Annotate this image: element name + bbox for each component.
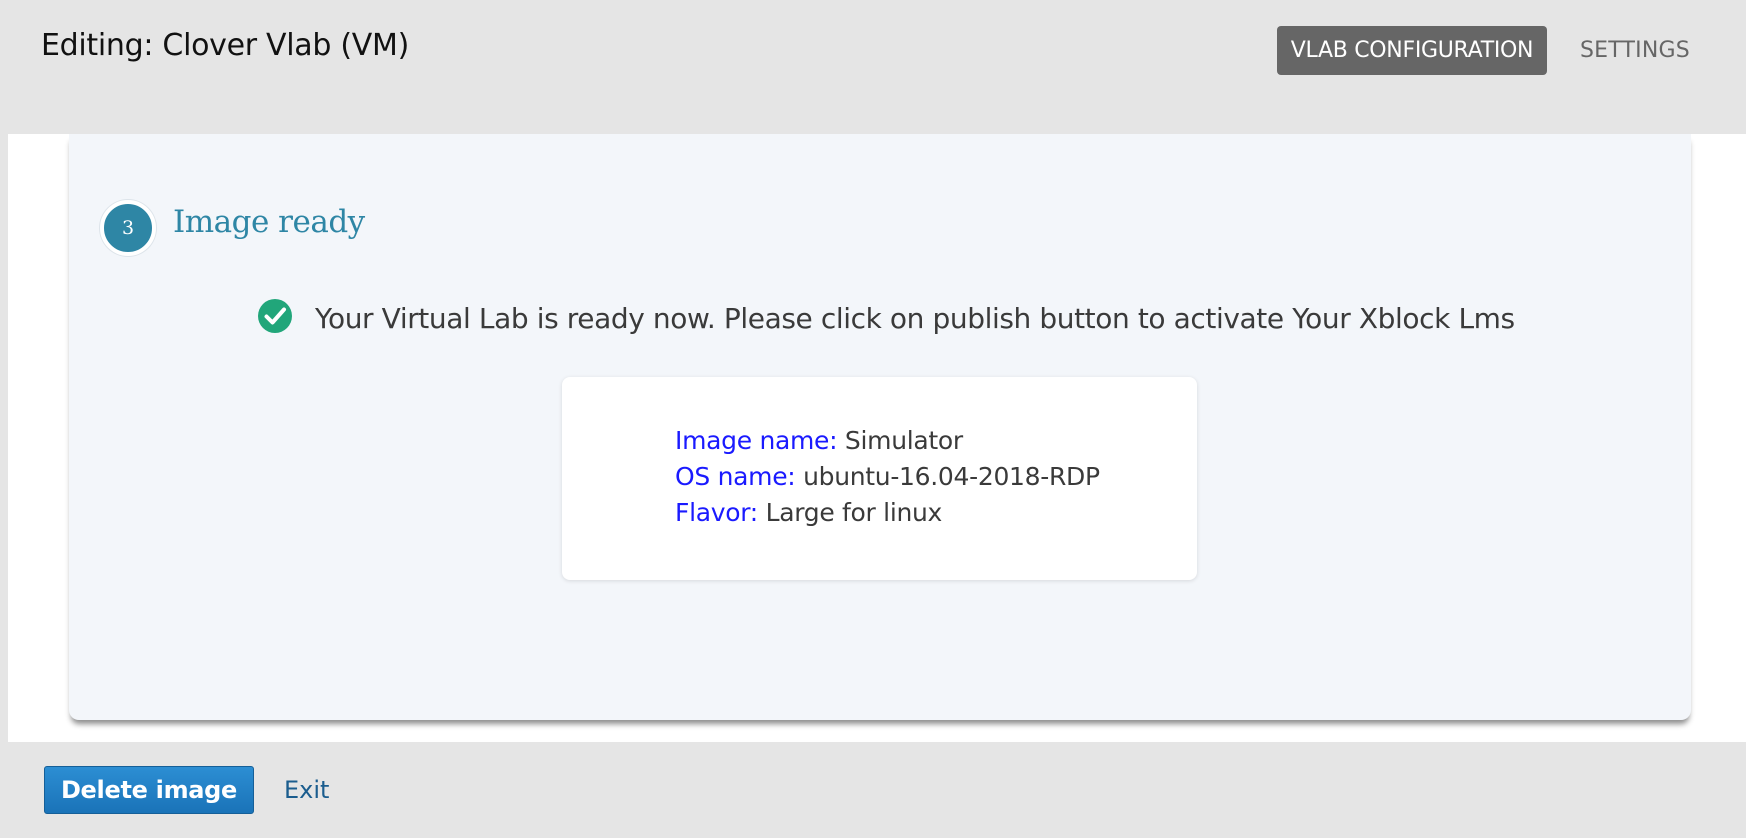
tab-vlab-configuration[interactable]: VLAB CONFIGURATION <box>1277 26 1547 75</box>
os-name-row: OS name: ubuntu-16.04-2018-RDP <box>675 459 1100 495</box>
check-circle-icon <box>258 299 292 333</box>
flavor-value: Large for linux <box>765 498 943 527</box>
image-name-value: Simulator <box>844 426 963 455</box>
page-header: Editing: Clover Vlab (VM) VLAB CONFIGURA… <box>0 0 1746 134</box>
page-title: Editing: Clover Vlab (VM) <box>41 28 409 63</box>
image-info-lines: Image name: Simulator OS name: ubuntu-16… <box>675 423 1100 531</box>
delete-image-button[interactable]: Delete image <box>44 766 254 814</box>
page-footer: Delete image Exit <box>0 742 1746 838</box>
step-card: 3 Image ready Your Virtual Lab is ready … <box>69 134 1691 720</box>
content-area: 3 Image ready Your Virtual Lab is ready … <box>8 134 1746 742</box>
os-name-value: ubuntu-16.04-2018-RDP <box>803 462 1100 491</box>
exit-link[interactable]: Exit <box>284 766 329 814</box>
os-name-label: OS name: <box>675 462 796 491</box>
image-name-label: Image name: <box>675 426 838 455</box>
image-info-box: Image name: Simulator OS name: ubuntu-16… <box>562 377 1197 580</box>
flavor-row: Flavor: Large for linux <box>675 495 1100 531</box>
step-number-badge: 3 <box>100 200 156 256</box>
image-name-row: Image name: Simulator <box>675 423 1100 459</box>
flavor-label: Flavor: <box>675 498 758 527</box>
ready-message: Your Virtual Lab is ready now. Please cl… <box>315 302 1515 335</box>
step-title: Image ready <box>173 204 365 240</box>
tab-settings[interactable]: SETTINGS <box>1580 26 1700 75</box>
